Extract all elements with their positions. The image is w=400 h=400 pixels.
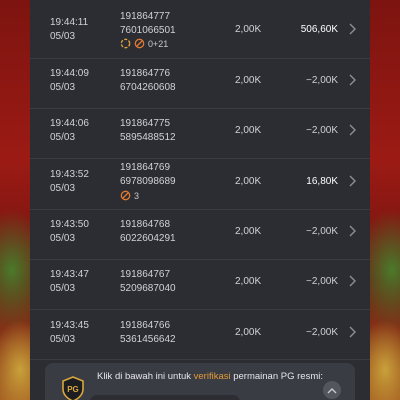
- row-badge: 0+21: [120, 38, 168, 49]
- row-id-line2: 5895488512: [120, 132, 176, 143]
- pg-shield-logo: PG: [61, 376, 85, 400]
- row-time: 19:44:06: [50, 118, 89, 129]
- row-bet: 2,00K: [235, 24, 262, 35]
- history-panel: 19:44:11 05/03 191864777 7601066501 0+21…: [30, 0, 370, 400]
- collapse-button[interactable]: [323, 381, 341, 399]
- row-date: 05/03: [50, 31, 76, 42]
- chevron-right-icon[interactable]: [348, 175, 356, 187]
- row-timestamp: 19:44:09 05/03: [50, 67, 89, 95]
- row-transaction-id: 191864776 6704260608: [120, 67, 176, 95]
- row-win: −2,00K: [306, 276, 338, 287]
- chevron-right-icon[interactable]: [348, 23, 356, 35]
- banner-text-before: Klik di bawah ini untuk: [97, 371, 194, 382]
- chevron-right-icon[interactable]: [348, 275, 356, 287]
- svg-text:PG: PG: [67, 385, 79, 394]
- row-id-line2: 7601066501: [120, 25, 176, 36]
- badge-text: 3: [134, 190, 140, 201]
- row-id-line1: 191864768: [120, 219, 171, 230]
- row-time: 19:43:47: [50, 269, 89, 280]
- row-id-line1: 191864776: [120, 68, 171, 79]
- row-win: −2,00K: [306, 125, 338, 136]
- row-bet: 2,00K: [235, 327, 262, 338]
- row-transaction-id: 191864768 6022604291: [120, 218, 176, 246]
- row-date: 05/03: [50, 183, 76, 194]
- row-bet: 2,00K: [235, 125, 262, 136]
- row-id-line2: 6022604291: [120, 233, 176, 244]
- row-id-line1: 191864767: [120, 269, 171, 280]
- banner-text: Klik di bawah ini untuk verifikasi perma…: [97, 370, 327, 383]
- row-date: 05/03: [50, 334, 76, 345]
- row-transaction-id: 191864769 6978098689: [120, 161, 176, 189]
- no-entry-icon: [120, 190, 131, 201]
- row-id-line2: 6704260608: [120, 82, 176, 93]
- row-bet: 2,00K: [235, 176, 262, 187]
- row-date: 05/03: [50, 132, 76, 143]
- row-transaction-id: 191864775 5895488512: [120, 117, 176, 145]
- no-entry-icon: [134, 38, 145, 49]
- row-timestamp: 19:43:45 05/03: [50, 319, 89, 347]
- row-win: 16,80K: [306, 176, 338, 187]
- chevron-right-icon[interactable]: [348, 225, 356, 237]
- row-win: −2,00K: [306, 226, 338, 237]
- table-row[interactable]: 19:43:50 05/03 191864768 6022604291 2,00…: [30, 210, 370, 260]
- row-win: −2,00K: [306, 327, 338, 338]
- row-timestamp: 19:43:47 05/03: [50, 268, 89, 296]
- row-id-line2: 5361456642: [120, 334, 176, 345]
- row-id-line1: 191864777: [120, 11, 171, 22]
- table-row[interactable]: 19:44:09 05/03 191864776 6704260608 2,00…: [30, 59, 370, 109]
- row-id-line1: 191864766: [120, 320, 171, 331]
- row-transaction-id: 191864767 5209687040: [120, 268, 176, 296]
- chevron-right-icon[interactable]: [348, 74, 356, 86]
- row-win: −2,00K: [306, 75, 338, 86]
- row-time: 19:44:11: [50, 17, 89, 28]
- row-win: 506,60K: [300, 24, 338, 35]
- table-row[interactable]: 19:43:45 05/03 191864766 5361456642 2,00…: [30, 310, 370, 360]
- table-row[interactable]: 19:44:06 05/03 191864775 5895488512 2,00…: [30, 109, 370, 159]
- row-date: 05/03: [50, 283, 76, 294]
- chevron-right-icon[interactable]: [348, 326, 356, 338]
- row-id-line2: 5209687040: [120, 283, 176, 294]
- row-timestamp: 19:44:11 05/03: [50, 16, 88, 44]
- row-transaction-id: 191864777 7601066501: [120, 10, 176, 38]
- row-badge: 3: [120, 190, 139, 201]
- verify-button[interactable]: [90, 395, 240, 400]
- row-date: 05/03: [50, 233, 76, 244]
- badge-text: 0+21: [148, 38, 169, 49]
- row-bet: 2,00K: [235, 276, 262, 287]
- row-time: 19:43:50: [50, 219, 89, 230]
- row-timestamp: 19:43:50 05/03: [50, 218, 89, 246]
- table-row[interactable]: 19:43:47 05/03 191864767 5209687040 2,00…: [30, 260, 370, 310]
- chevron-up-icon: [327, 387, 337, 393]
- row-time: 19:43:52: [50, 169, 89, 180]
- row-time: 19:43:45: [50, 320, 89, 331]
- row-bet: 2,00K: [235, 226, 262, 237]
- row-timestamp: 19:43:52 05/03: [50, 168, 89, 196]
- row-id-line1: 191864775: [120, 118, 171, 129]
- verification-link[interactable]: verifikasi: [194, 371, 231, 382]
- row-time: 19:44:09: [50, 68, 89, 79]
- chevron-right-icon[interactable]: [348, 124, 356, 136]
- row-transaction-id: 191864766 5361456642: [120, 319, 176, 347]
- row-date: 05/03: [50, 82, 76, 93]
- banner-text-after: permainan PG resmi:: [230, 371, 323, 382]
- verification-banner: PG Klik di bawah ini untuk verifikasi pe…: [45, 363, 355, 400]
- table-row[interactable]: 19:43:52 05/03 191864769 6978098689 3 2,…: [30, 159, 370, 210]
- spin-icon: [120, 38, 131, 49]
- row-bet: 2,00K: [235, 75, 262, 86]
- row-timestamp: 19:44:06 05/03: [50, 117, 89, 145]
- row-id-line1: 191864769: [120, 162, 171, 173]
- row-id-line2: 6978098689: [120, 176, 176, 187]
- table-row[interactable]: 19:44:11 05/03 191864777 7601066501 0+21…: [30, 0, 370, 59]
